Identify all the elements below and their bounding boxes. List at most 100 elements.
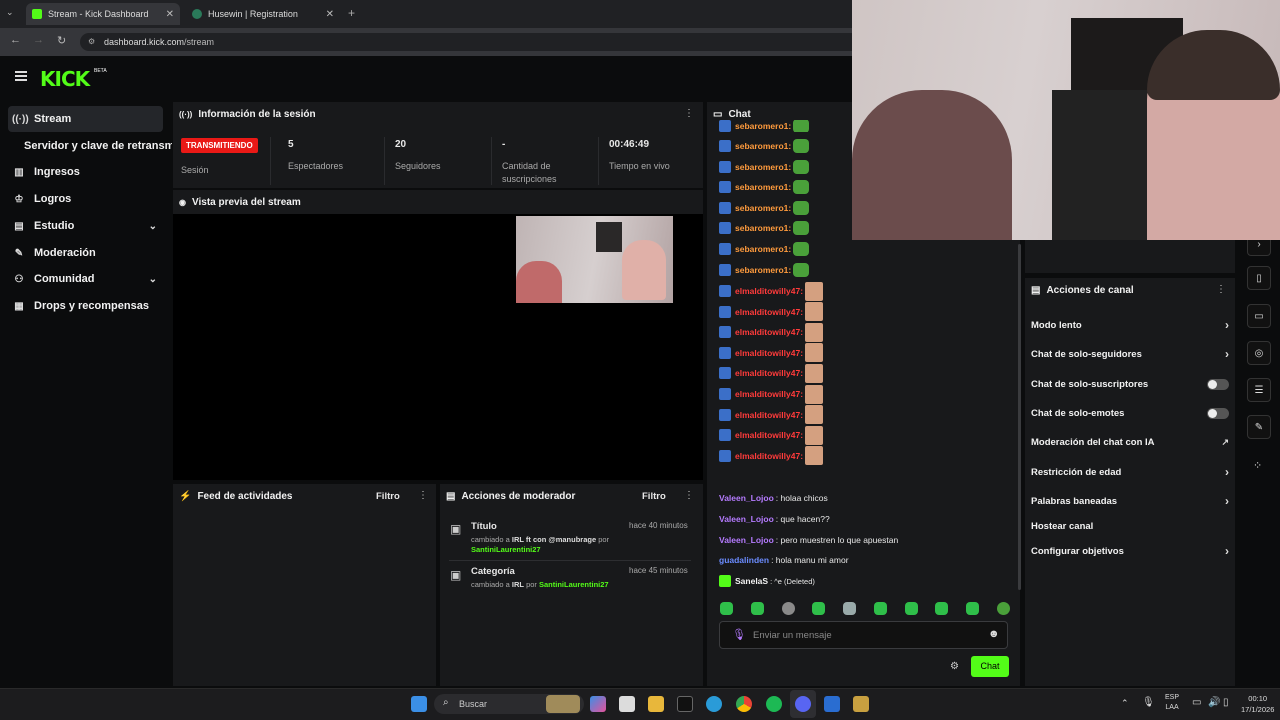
tradingview-icon[interactable] bbox=[677, 696, 693, 712]
chat-username[interactable]: sebaromero1: bbox=[735, 223, 791, 233]
chat-username[interactable]: elmalditowilly47: bbox=[735, 368, 803, 378]
chat-username[interactable]: elmalditowilly47: bbox=[735, 348, 803, 358]
new-tab-icon[interactable]: + bbox=[348, 6, 355, 20]
back-arrow-icon[interactable]: ← bbox=[10, 34, 21, 46]
forward-arrow-icon[interactable]: → bbox=[33, 34, 44, 46]
action-configure-goals[interactable]: Configurar objetivos › bbox=[1031, 540, 1229, 562]
chat-username[interactable]: Valeen_Lojoo bbox=[719, 514, 774, 524]
file-explorer-icon[interactable] bbox=[648, 696, 664, 712]
chat-username[interactable]: guadalinden bbox=[719, 555, 769, 565]
subscribers-only-toggle[interactable] bbox=[1207, 378, 1229, 390]
action-followers-only[interactable]: Chat de solo-seguidores › bbox=[1031, 343, 1229, 365]
spotify-icon[interactable] bbox=[766, 696, 782, 712]
language-indicator[interactable]: ESP LAA bbox=[1165, 693, 1179, 713]
more-options-icon[interactable]: ⋮ bbox=[418, 490, 428, 501]
store-icon[interactable] bbox=[619, 696, 635, 712]
chat-message-input[interactable]: 🎙 Enviar un mensaje ☻ bbox=[719, 621, 1008, 649]
sidebar-item-moderacion[interactable]: ✎ Moderación bbox=[8, 240, 163, 266]
microphone-tray-icon[interactable]: 🎙 bbox=[1142, 697, 1155, 708]
emote-icon[interactable] bbox=[935, 601, 949, 615]
taskbar-search[interactable]: ⌕ Buscar bbox=[434, 694, 584, 714]
tab-search-icon[interactable]: ⌄ bbox=[6, 7, 14, 18]
chat-username[interactable]: sebaromero1: bbox=[735, 203, 791, 213]
discord-icon[interactable] bbox=[795, 696, 811, 712]
rail-chat-icon[interactable]: ▭ bbox=[1247, 304, 1271, 328]
app-window-icon[interactable] bbox=[824, 696, 840, 712]
battery-icon[interactable]: ▯ bbox=[1223, 697, 1229, 708]
tray-overflow-icon[interactable]: ⌃ bbox=[1121, 698, 1129, 709]
volume-icon[interactable]: 🔊 bbox=[1208, 697, 1220, 708]
chat-username[interactable]: elmalditowilly47: bbox=[735, 430, 803, 440]
chat-username[interactable]: sebaromero1: bbox=[735, 244, 791, 254]
network-icon[interactable]: ▭ bbox=[1192, 697, 1201, 708]
chat-scrollbar[interactable] bbox=[1018, 244, 1021, 590]
chat-username[interactable]: Valeen_Lojoo bbox=[719, 493, 774, 503]
emote-icon[interactable] bbox=[904, 601, 918, 615]
chat-username[interactable]: elmalditowilly47: bbox=[735, 410, 803, 420]
site-info-icon[interactable]: ⚙ bbox=[88, 37, 95, 46]
filter-button[interactable]: Filtro bbox=[642, 491, 666, 502]
chat-username[interactable]: elmalditowilly47: bbox=[735, 286, 803, 296]
sidebar-item-ingresos[interactable]: ▥ Ingresos bbox=[8, 159, 163, 185]
app-icon[interactable] bbox=[853, 696, 869, 712]
sidebar-item-drops[interactable]: ▦ Drops y recompensas bbox=[8, 293, 163, 319]
emoji-picker-icon[interactable]: ☻ bbox=[988, 628, 1000, 640]
tab-kick-dashboard[interactable]: Stream - Kick Dashboard ✕ bbox=[26, 3, 180, 25]
copilot-icon[interactable] bbox=[590, 696, 606, 712]
action-banned-words[interactable]: Palabras baneadas › bbox=[1031, 490, 1229, 512]
emote-icon[interactable] bbox=[750, 601, 764, 615]
chat-username[interactable]: sebaromero1: bbox=[735, 265, 791, 275]
emote-icon[interactable] bbox=[843, 601, 857, 615]
mod-action-user[interactable]: SantiniLaurentini27 bbox=[471, 545, 541, 554]
close-tab-icon[interactable]: ✕ bbox=[326, 9, 334, 20]
emote-icon[interactable] bbox=[720, 601, 733, 615]
close-tab-icon[interactable]: ✕ bbox=[166, 9, 174, 20]
chat-send-button[interactable]: Chat bbox=[971, 656, 1009, 677]
sidebar-item-logros[interactable]: ♔ Logros bbox=[8, 186, 163, 212]
chat-username[interactable]: sebaromero1: bbox=[735, 141, 791, 151]
action-slow-mode[interactable]: Modo lento › bbox=[1031, 314, 1229, 336]
microphone-icon[interactable]: 🎙 bbox=[732, 628, 746, 641]
action-host-channel[interactable]: Hostear canal bbox=[1031, 515, 1229, 537]
more-options-icon[interactable]: ⋮ bbox=[684, 108, 694, 119]
chat-username[interactable]: elmalditowilly47: bbox=[735, 307, 803, 317]
tab-husewin[interactable]: Husewin | Registration ✕ bbox=[186, 3, 340, 25]
kick-logo[interactable]: KICK bbox=[40, 67, 90, 91]
clock[interactable]: 00:10 17/1/2026 bbox=[1241, 693, 1274, 715]
emote-icon[interactable] bbox=[812, 601, 826, 615]
more-options-icon[interactable]: ⋮ bbox=[684, 490, 694, 501]
chat-username[interactable]: elmalditowilly47: bbox=[735, 389, 803, 399]
sidebar-item-stream[interactable]: ((·)) Stream bbox=[8, 106, 163, 132]
chat-username[interactable]: sebaromero1: bbox=[735, 182, 791, 192]
emotes-only-toggle[interactable] bbox=[1207, 407, 1229, 419]
menu-icon[interactable] bbox=[15, 71, 27, 83]
url-field[interactable]: dashboard.kick.com/stream bbox=[80, 33, 860, 51]
filter-button[interactable]: Filtro bbox=[376, 491, 400, 502]
action-age-restriction[interactable]: Restricción de edad › bbox=[1031, 461, 1229, 483]
emote-icon[interactable] bbox=[781, 601, 795, 615]
chat-username[interactable]: sebaromero1: bbox=[735, 121, 791, 131]
rail-list-icon[interactable]: ☰ bbox=[1247, 378, 1271, 402]
sidebar-item-server-key[interactable]: Servidor y clave de retransm bbox=[20, 133, 172, 159]
emote-icon[interactable] bbox=[996, 601, 1010, 615]
mod-action-user[interactable]: SantiniLaurentini27 bbox=[539, 580, 609, 589]
chat-username[interactable]: Valeen_Lojoo bbox=[719, 535, 774, 545]
more-options-icon[interactable]: ⋮ bbox=[1216, 284, 1226, 295]
chat-settings-gear-icon[interactable]: ⚙ bbox=[950, 661, 959, 672]
emote-icon[interactable] bbox=[966, 601, 980, 615]
chat-username[interactable]: elmalditowilly47: bbox=[735, 451, 803, 461]
sidebar-item-comunidad[interactable]: ⚇ Comunidad ⌄ bbox=[8, 266, 163, 292]
rail-broadcast-icon[interactable]: ◎ bbox=[1247, 341, 1271, 365]
chat-username[interactable]: SanelaS bbox=[735, 576, 768, 586]
sidebar-item-estudio[interactable]: ▤ Estudio ⌄ bbox=[8, 213, 163, 239]
rail-document-icon[interactable]: ▯ bbox=[1247, 266, 1271, 290]
edge-icon[interactable] bbox=[706, 696, 722, 712]
chrome-icon[interactable] bbox=[736, 696, 752, 712]
rail-apps-icon[interactable]: ⁘ bbox=[1253, 459, 1262, 472]
chat-username[interactable]: sebaromero1: bbox=[735, 162, 791, 172]
emote-icon[interactable] bbox=[873, 601, 887, 615]
rail-wrench-icon[interactable]: ✎ bbox=[1247, 415, 1271, 439]
reload-icon[interactable]: ↻ bbox=[57, 34, 66, 47]
action-ai-moderation[interactable]: Moderación del chat con IA ↗ bbox=[1031, 431, 1229, 453]
windows-start-icon[interactable] bbox=[411, 696, 427, 712]
